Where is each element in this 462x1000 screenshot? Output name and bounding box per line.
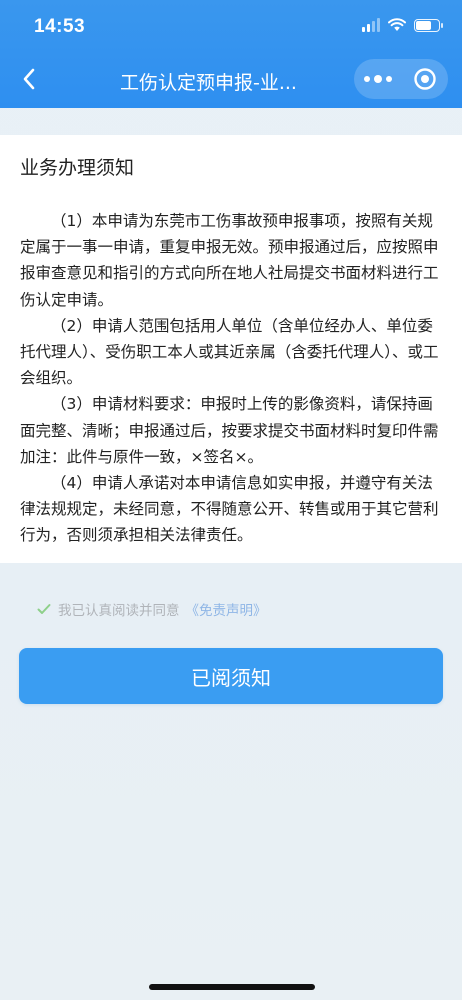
more-button[interactable] bbox=[354, 59, 401, 99]
notice-card: 业务办理须知 （1）本申请为东莞市工伤事故预申报事项，按照有关规定属于一事一申请… bbox=[0, 135, 462, 563]
navbar: 工伤认定预申报-业... bbox=[0, 50, 462, 108]
back-button[interactable] bbox=[14, 62, 44, 96]
target-circle-icon bbox=[413, 68, 436, 90]
more-dots-icon bbox=[363, 76, 370, 82]
mini-program-capsule bbox=[354, 59, 448, 99]
notice-body: （1）本申请为东莞市工伤事故预申报事项，按照有关规定属于一事一申请，重复申报无效… bbox=[20, 208, 446, 549]
status-icons bbox=[362, 18, 443, 32]
battery-icon bbox=[414, 18, 443, 32]
status-time: 14:53 bbox=[34, 16, 86, 37]
notice-paragraph: （2）申请人范围包括用人单位（含单位经办人、单位委托代理人）、受伤职工本人或其近… bbox=[20, 316, 439, 388]
header: 14:53 工伤认定预申报-业... bbox=[0, 0, 462, 108]
agreement-text: 我已认真阅读并同意 bbox=[58, 603, 180, 619]
signal-icon bbox=[362, 18, 380, 32]
chevron-left-icon bbox=[23, 68, 35, 90]
notice-paragraph: （1）本申请为东莞市工伤事故预申报事项，按照有关规定属于一事一申请，重复申报无效… bbox=[20, 212, 439, 309]
agreement-row[interactable]: 我已认真阅读并同意 《免责声明》 bbox=[36, 599, 267, 619]
notice-paragraph: （4）申请人承诺对本申请信息如实申报，并遵守有关法律法规规定，未经同意，不得随意… bbox=[20, 474, 439, 545]
agree-checkbox[interactable] bbox=[36, 601, 52, 617]
wifi-icon bbox=[388, 18, 406, 31]
read-notice-button[interactable]: 已阅须知 bbox=[19, 648, 443, 704]
page-title: 工伤认定预申报-业... bbox=[120, 72, 297, 94]
close-button[interactable] bbox=[401, 59, 448, 99]
notice-paragraph: （3）申请材料要求：申报时上传的影像资料，请保持画面完整、清晰；申报通过后，按要… bbox=[20, 395, 439, 466]
home-indicator bbox=[149, 984, 315, 990]
notice-title: 业务办理须知 bbox=[20, 157, 135, 179]
check-icon bbox=[37, 604, 51, 614]
status-bar: 14:53 bbox=[0, 0, 462, 50]
disclaimer-link[interactable]: 《免责声明》 bbox=[186, 599, 267, 619]
